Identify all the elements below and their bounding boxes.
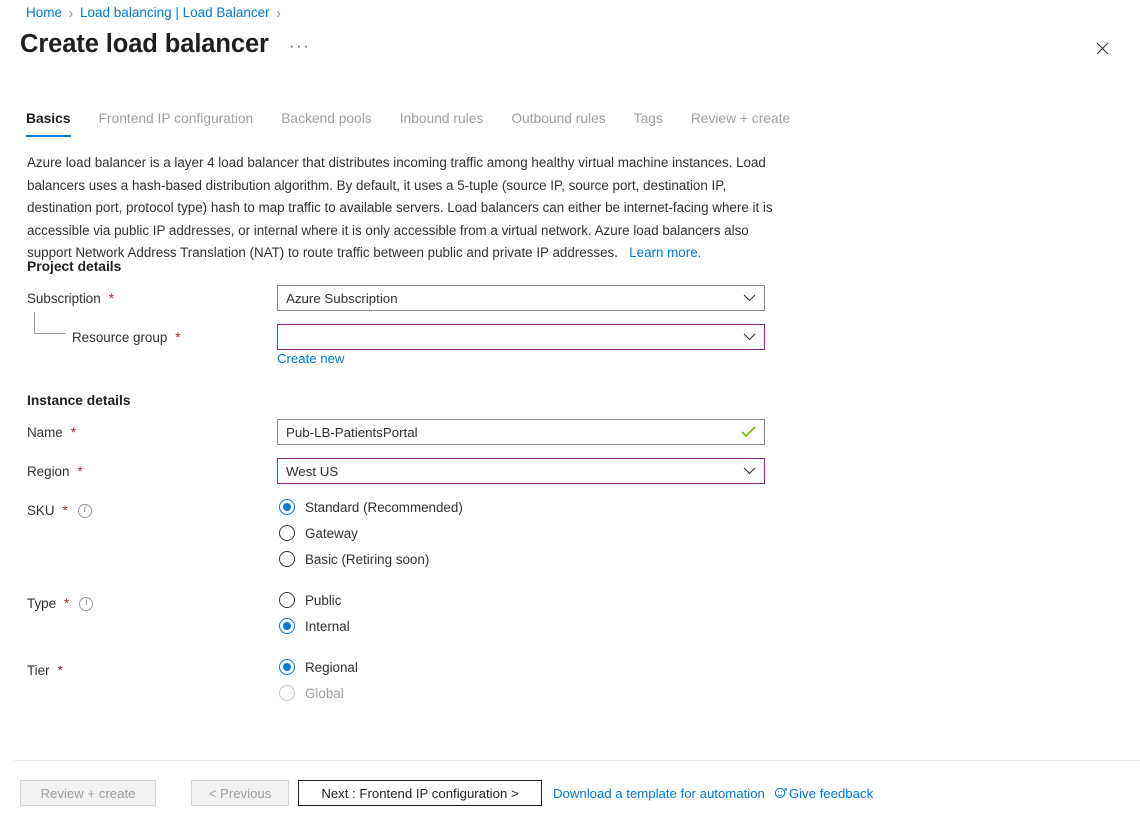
tree-connector-line [34, 312, 66, 334]
section-heading-instance-details: Instance details [27, 393, 131, 408]
region-value: West US [286, 463, 339, 479]
sku-option-basic[interactable]: Basic (Retiring soon) [279, 551, 429, 567]
create-load-balancer-blade: Home › Load balancing | Load Balancer › … [0, 0, 1140, 826]
breadcrumb-item-load-balancing[interactable]: Load balancing | Load Balancer [80, 4, 270, 22]
label-resource-group: Resource group * [72, 330, 181, 345]
give-feedback-link[interactable]: Give feedback [774, 786, 873, 801]
give-feedback-label: Give feedback [788, 785, 874, 801]
tab-outbound-rules[interactable]: Outbound rules [497, 110, 619, 137]
review-create-button[interactable]: Review + create [20, 780, 156, 806]
section-heading-project-details: Project details [27, 259, 122, 274]
resource-group-dropdown[interactable] [277, 324, 765, 350]
sku-option-standard[interactable]: Standard (Recommended) [279, 499, 463, 515]
label-subscription: Subscription * [27, 291, 114, 306]
subscription-dropdown[interactable]: Azure Subscription [277, 285, 765, 311]
close-icon [1096, 42, 1108, 54]
label-tier: Tier * [27, 663, 63, 678]
footer-divider [14, 760, 1140, 761]
next-button[interactable]: Next : Frontend IP configuration > [298, 780, 542, 806]
label-sku: SKU * i [27, 503, 92, 518]
label-name: Name * [27, 425, 76, 440]
breadcrumb: Home › Load balancing | Load Balancer › [26, 4, 281, 22]
radio-icon [279, 499, 295, 515]
sku-option-label: Gateway [305, 525, 358, 541]
subscription-value: Azure Subscription [286, 290, 398, 306]
chevron-down-icon [743, 333, 756, 341]
name-value: Pub-LB-PatientsPortal [286, 424, 418, 440]
tab-inbound-rules[interactable]: Inbound rules [386, 110, 498, 137]
previous-button[interactable]: < Previous [191, 780, 289, 806]
tab-bar: Basics Frontend IP configuration Backend… [26, 110, 804, 137]
sku-option-gateway[interactable]: Gateway [279, 525, 358, 541]
radio-icon [279, 618, 295, 634]
check-icon [741, 426, 756, 438]
type-option-label: Internal [305, 618, 350, 634]
chevron-right-icon: › [69, 4, 74, 22]
tier-option-global: Global [279, 685, 344, 701]
tier-option-label: Regional [305, 659, 358, 675]
label-region: Region * [27, 464, 83, 479]
radio-icon [279, 551, 295, 567]
close-button[interactable] [1086, 32, 1118, 64]
learn-more-link[interactable]: Learn more. [629, 245, 701, 260]
radio-icon [279, 685, 295, 701]
radio-icon [279, 525, 295, 541]
tier-option-label: Global [305, 685, 344, 701]
more-options-button[interactable]: ··· [285, 37, 315, 54]
type-option-internal[interactable]: Internal [279, 618, 350, 634]
chevron-down-icon [743, 294, 756, 302]
sku-option-label: Standard (Recommended) [305, 499, 463, 515]
tab-tags[interactable]: Tags [620, 110, 677, 137]
chevron-right-icon: › [276, 4, 281, 22]
chevron-down-icon [743, 467, 756, 475]
tier-option-regional[interactable]: Regional [279, 659, 358, 675]
page-title: Create load balancer [20, 30, 269, 58]
sku-option-label: Basic (Retiring soon) [305, 551, 430, 567]
name-input[interactable]: Pub-LB-PatientsPortal [277, 419, 765, 445]
tab-review-create[interactable]: Review + create [677, 110, 804, 137]
tab-basics[interactable]: Basics [26, 110, 85, 137]
info-icon[interactable]: i [79, 596, 94, 611]
radio-icon [279, 592, 295, 608]
breadcrumb-item-home[interactable]: Home [26, 4, 62, 22]
type-option-label: Public [305, 592, 342, 608]
blade-description: Azure load balancer is a layer 4 load ba… [27, 152, 775, 265]
tab-frontend-ip-configuration[interactable]: Frontend IP configuration [85, 110, 268, 137]
download-template-link[interactable]: Download a template for automation [553, 786, 765, 801]
radio-icon [279, 659, 295, 675]
region-dropdown[interactable]: West US [277, 458, 765, 484]
footer-action-bar: Review + create < Previous Next : Fronte… [20, 780, 873, 806]
title-row: Create load balancer ··· [20, 28, 315, 60]
feedback-smiley-icon [774, 786, 788, 800]
type-option-public[interactable]: Public [279, 592, 341, 608]
label-type: Type * i [27, 596, 94, 611]
tab-backend-pools[interactable]: Backend pools [267, 110, 386, 137]
create-new-resource-group-link[interactable]: Create new [277, 351, 344, 366]
info-icon[interactable]: i [77, 503, 92, 518]
